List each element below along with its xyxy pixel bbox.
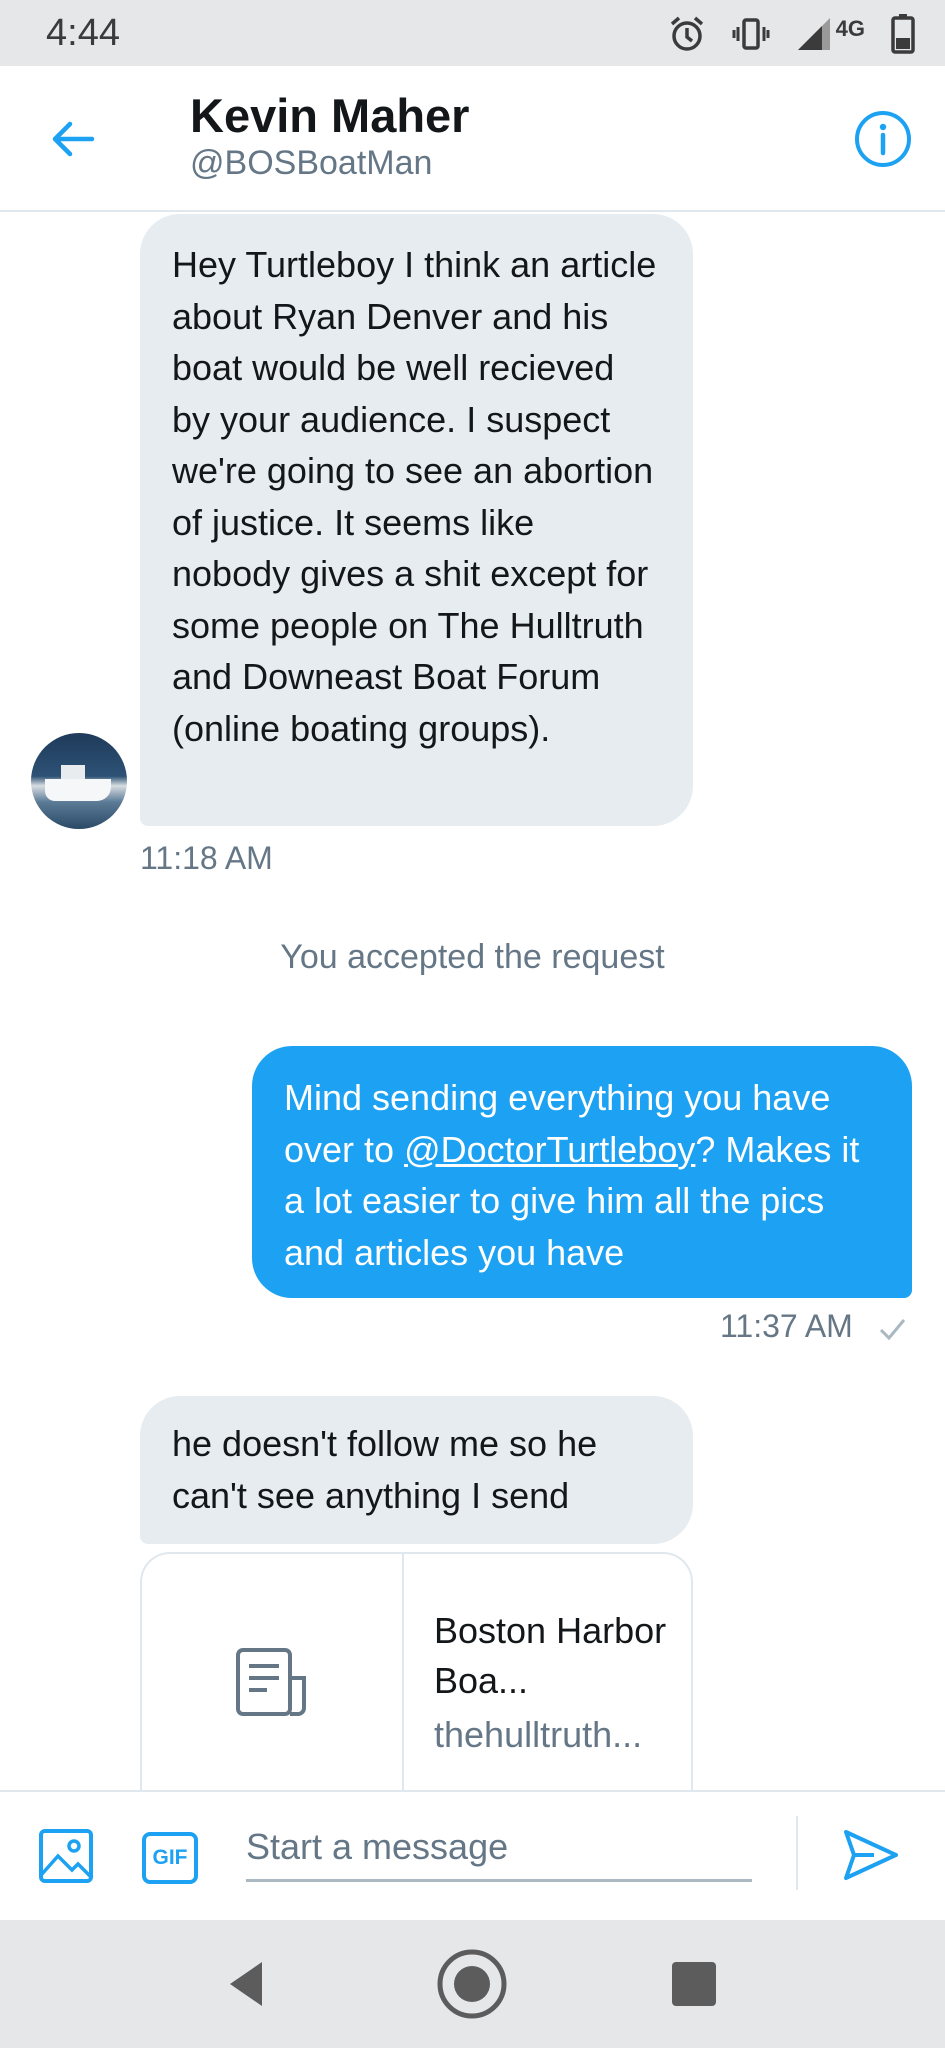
- network-type-label: 4G: [835, 16, 865, 41]
- incoming-message-bubble[interactable]: he doesn't follow me so he can't see any…: [140, 1396, 693, 1544]
- nav-home-icon[interactable]: [436, 1948, 508, 2020]
- nav-back-icon[interactable]: [210, 1948, 282, 2020]
- info-icon[interactable]: [854, 110, 912, 168]
- system-message: You accepted the request: [280, 938, 665, 976]
- avatar[interactable]: [31, 733, 127, 829]
- outgoing-message-bubble[interactable]: Mind sending everything you have over to…: [252, 1046, 912, 1298]
- mention-link[interactable]: @DoctorTurtleboy: [404, 1129, 695, 1170]
- battery-icon: [891, 14, 915, 54]
- message-composer: GIF: [0, 1790, 945, 1920]
- gif-button[interactable]: GIF: [142, 1832, 198, 1884]
- vibrate-icon: [732, 18, 770, 50]
- message-input[interactable]: [246, 1814, 752, 1882]
- system-nav-bar: [0, 1920, 945, 2048]
- document-icon: [236, 1648, 306, 1716]
- message-timestamp: 11:37 AM: [720, 1308, 853, 1344]
- incoming-message-bubble[interactable]: Hey Turtleboy I think an article about R…: [140, 214, 693, 826]
- composer-divider: [796, 1816, 798, 1890]
- contact-handle[interactable]: @BOSBoatMan: [190, 144, 432, 183]
- back-arrow-icon[interactable]: [48, 114, 98, 164]
- conversation-header: Kevin Maher @BOSBoatMan: [0, 66, 945, 212]
- signal-group: 4G: [796, 16, 865, 52]
- status-icons: 4G: [668, 12, 915, 56]
- link-card-title: Boston Harbor Boa...: [434, 1610, 667, 1701]
- link-card-domain: thehulltruth...: [434, 1714, 643, 1755]
- link-thumbnail: [142, 1554, 404, 1792]
- send-icon[interactable]: [842, 1826, 900, 1884]
- status-bar: 4:44 4G: [0, 0, 945, 66]
- link-preview-card[interactable]: Boston Harbor Boa... thehulltruth...: [140, 1552, 693, 1792]
- contact-name[interactable]: Kevin Maher: [190, 88, 469, 143]
- nav-recents-icon[interactable]: [658, 1948, 730, 2020]
- alarm-icon: [670, 16, 703, 51]
- message-timestamp: 11:18 AM: [140, 840, 273, 876]
- image-icon[interactable]: [38, 1828, 94, 1884]
- checkmark-icon: [879, 1319, 906, 1341]
- signal-icon: [797, 18, 830, 50]
- status-time: 4:44: [46, 12, 120, 54]
